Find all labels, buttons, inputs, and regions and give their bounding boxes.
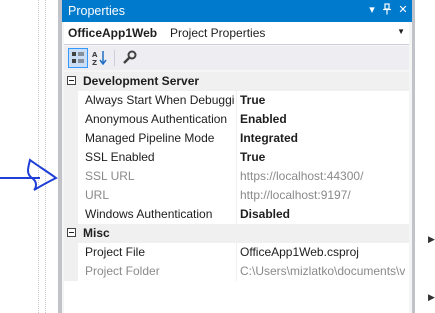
column-separator xyxy=(236,243,237,262)
window-title: Properties xyxy=(68,4,125,18)
row-gutter xyxy=(64,243,78,262)
row-gutter xyxy=(64,91,78,110)
property-name: Anonymous Authentication xyxy=(85,112,228,126)
property-pages-icon[interactable] xyxy=(120,48,140,68)
toolbar-separator xyxy=(114,50,115,66)
collapse-icon[interactable] xyxy=(67,228,76,237)
property-value[interactable]: Disabled xyxy=(240,207,405,221)
pin-icon[interactable] xyxy=(380,3,394,17)
property-row[interactable]: URL http://localhost:9197/ xyxy=(64,186,409,205)
row-gutter xyxy=(64,262,78,281)
property-name: SSL URL xyxy=(85,169,135,183)
column-separator xyxy=(236,110,237,129)
property-row[interactable]: Anonymous Authentication Enabled xyxy=(64,110,409,129)
property-value[interactable]: C:\Users\mizlatko\documents\vi xyxy=(240,264,405,278)
column-separator xyxy=(236,148,237,167)
property-row[interactable]: Windows Authentication Disabled xyxy=(64,205,409,224)
property-row[interactable]: SSL URL https://localhost:44300/ xyxy=(64,167,409,186)
column-separator xyxy=(236,205,237,224)
property-value[interactable]: True xyxy=(240,150,405,164)
property-row[interactable]: Always Start When Debuggi True xyxy=(64,91,409,110)
properties-toolbar: A Z xyxy=(64,46,409,70)
property-value[interactable]: True xyxy=(240,93,405,107)
category-misc[interactable]: Misc xyxy=(64,224,409,243)
property-name: Always Start When Debuggi xyxy=(85,93,235,107)
column-separator xyxy=(236,129,237,148)
close-icon[interactable]: ✕ xyxy=(396,3,410,17)
chevron-right-icon[interactable]: ▶ xyxy=(428,292,435,303)
property-name: Managed Pipeline Mode xyxy=(85,131,215,145)
row-gutter xyxy=(64,186,78,205)
properties-title-bar[interactable]: Properties ▾ ✕ xyxy=(62,0,412,22)
property-name: URL xyxy=(85,188,110,202)
category-label: Development Server xyxy=(83,74,200,88)
row-gutter xyxy=(64,205,78,224)
column-separator xyxy=(236,91,237,110)
dropdown-icon[interactable]: ▾ xyxy=(365,3,379,17)
alphabetical-icon[interactable]: A Z xyxy=(90,48,110,68)
collapse-icon[interactable] xyxy=(67,76,76,85)
chevron-right-icon[interactable]: ▶ xyxy=(428,234,435,245)
property-value[interactable]: Enabled xyxy=(240,112,405,126)
property-value[interactable]: http://localhost:9197/ xyxy=(240,188,405,202)
column-separator xyxy=(236,262,237,281)
category-development-server[interactable]: Development Server xyxy=(64,72,409,91)
row-gutter xyxy=(64,110,78,129)
editor-right-edge: ▶ ▶ xyxy=(415,0,435,313)
property-value[interactable]: https://localhost:44300/ xyxy=(240,169,405,183)
column-separator xyxy=(236,167,237,186)
object-selector[interactable]: OfficeApp1Web Project Properties ▼ xyxy=(64,22,409,45)
property-name: Windows Authentication xyxy=(85,207,213,221)
category-label: Misc xyxy=(83,226,110,240)
property-value[interactable]: Integrated xyxy=(240,131,405,145)
row-gutter xyxy=(64,167,78,186)
property-grid: Development Server Always Start When Deb… xyxy=(64,72,409,313)
property-row[interactable]: Managed Pipeline Mode Integrated xyxy=(64,129,409,148)
selected-object-name: OfficeApp1Web xyxy=(68,26,158,40)
selected-object-type: Project Properties xyxy=(170,26,266,40)
property-name: Project File xyxy=(85,245,146,259)
svg-text:Z: Z xyxy=(92,59,97,67)
property-row[interactable]: SSL Enabled True xyxy=(64,148,409,167)
property-row[interactable]: Project Folder C:\Users\mizlatko\documen… xyxy=(64,262,409,281)
annotation-arrow-icon xyxy=(0,158,58,191)
property-name: SSL Enabled xyxy=(85,150,155,164)
categorized-icon[interactable] xyxy=(68,48,88,68)
row-gutter xyxy=(64,129,78,148)
properties-window: Properties ▾ ✕ OfficeApp1Web Project Pro… xyxy=(58,0,415,313)
row-gutter xyxy=(64,148,78,167)
chevron-down-icon[interactable]: ▼ xyxy=(397,27,405,36)
column-separator xyxy=(236,186,237,205)
property-value[interactable]: OfficeApp1Web.csproj xyxy=(240,245,405,259)
svg-text:A: A xyxy=(92,51,98,59)
property-row[interactable]: Project File OfficeApp1Web.csproj xyxy=(64,243,409,262)
property-name: Project Folder xyxy=(85,264,160,278)
